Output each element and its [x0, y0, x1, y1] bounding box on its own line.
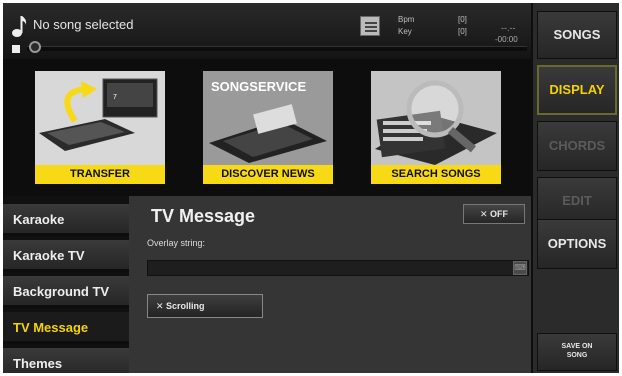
overlay-string-label: Overlay string: [147, 238, 206, 248]
songs-button[interactable]: SONGS [537, 11, 617, 59]
main-menu: SONGS DISPLAY CHORDS EDIT OPTIONS SAVE O… [531, 3, 619, 373]
progress-track[interactable] [27, 46, 527, 51]
song-title: No song selected [33, 17, 134, 32]
discover-news-tile[interactable]: SONGSERVICE DISCOVER NEWS [203, 71, 333, 191]
keyboard-icon[interactable]: ⌨ [513, 261, 527, 275]
edit-button[interactable]: EDIT [537, 177, 617, 225]
display-button[interactable]: DISPLAY [537, 65, 617, 115]
bpm-value: [0] [458, 15, 467, 24]
search-songs-tile[interactable]: SEARCH SONGS [371, 71, 501, 191]
playlist-icon[interactable] [360, 16, 380, 36]
options-button[interactable]: OPTIONS [537, 219, 617, 269]
song-label: SONG [566, 352, 588, 359]
save-on-song-button[interactable]: SAVE ON SONG [537, 333, 617, 371]
keyboard-transfer-image: 7 [35, 71, 165, 165]
time-remaining-dashes: --.-- [501, 23, 516, 33]
bpm-label: Bpm [398, 15, 415, 24]
nav-item-background-tv[interactable]: Background TV [3, 276, 129, 308]
transfer-label: TRANSFER [35, 165, 165, 184]
search-songs-label: SEARCH SONGS [371, 165, 501, 184]
nav-item-tv-message[interactable]: TV Message [3, 312, 129, 344]
tv-message-panel: TV Message ✕ OFF Overlay string: ⌨ ✕ Scr… [129, 196, 531, 373]
search-magnifier-image [371, 71, 501, 165]
transfer-tile[interactable]: 7 TRANSFER [35, 71, 165, 191]
music-note-icon [12, 16, 27, 37]
panel-title: TV Message [151, 206, 256, 226]
key-label: Key [398, 27, 412, 36]
player-bar: No song selected Bpm Key [0] [0] --.-- -… [3, 3, 531, 59]
nav-item-themes[interactable]: Themes [3, 348, 129, 373]
time-value: -00:00 [495, 35, 518, 44]
app-screen: No song selected Bpm Key [0] [0] --.-- -… [3, 3, 619, 373]
save-on-label: SAVE ON [561, 343, 593, 350]
chords-button[interactable]: CHORDS [537, 121, 617, 171]
stop-icon[interactable] [12, 45, 20, 53]
songservice-logo: SONGSERVICE [211, 79, 307, 94]
promo-banner: 7 TRANSFER SONGSERVICE DISCOVER NEWS SEA… [3, 59, 531, 196]
display-submenu: Karaoke Karaoke TV Background TV TV Mess… [3, 196, 129, 373]
scrolling-toggle-button[interactable]: ✕ Scrolling [147, 294, 263, 318]
progress-knob[interactable] [29, 41, 41, 53]
overlay-string-input[interactable] [147, 260, 529, 276]
off-toggle-button[interactable]: ✕ OFF [463, 204, 525, 224]
nav-item-karaoke[interactable]: Karaoke [3, 204, 129, 236]
discover-news-label: DISCOVER NEWS [203, 165, 333, 184]
svg-text:7: 7 [113, 94, 117, 101]
nav-item-karaoke-tv[interactable]: Karaoke TV [3, 240, 129, 272]
key-value: [0] [458, 27, 467, 36]
